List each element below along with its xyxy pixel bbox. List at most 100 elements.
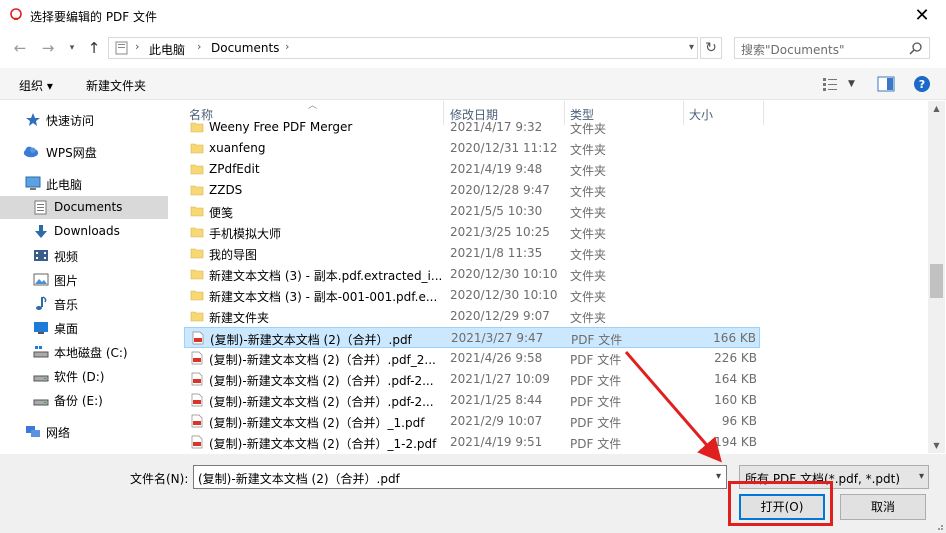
file-size: 160 KB — [714, 393, 757, 407]
nav-label: 音乐 — [54, 298, 79, 312]
documents-icon — [34, 200, 47, 215]
nav-item-wps-cloud[interactable]: WPS网盘 — [0, 140, 168, 163]
view-options-icon[interactable] — [822, 77, 838, 91]
nav-item-desktop[interactable]: 桌面 — [0, 316, 168, 339]
address-bar[interactable]: › 此电脑 › Documents › ▾ — [108, 37, 698, 59]
file-type: 文件夹 — [570, 143, 607, 157]
search-icon[interactable] — [909, 41, 923, 55]
nav-item-videos[interactable]: 视频 — [0, 244, 168, 267]
nav-item-pictures[interactable]: 图片 — [0, 268, 168, 291]
file-date: 2021/2/9 10:07 — [450, 414, 543, 428]
breadcrumb-documents[interactable]: Documents — [211, 41, 279, 55]
scroll-up-icon[interactable]: ▲ — [928, 104, 945, 113]
file-date: 2021/3/25 10:25 — [450, 225, 550, 239]
folder-icon — [190, 290, 204, 301]
window-title: 选择要编辑的 PDF 文件 — [30, 10, 158, 24]
cancel-button[interactable]: 取消 — [840, 494, 926, 520]
file-name: 我的导图 — [209, 248, 258, 262]
folder-row[interactable]: 便笺 2021/5/5 10:30 文件夹 — [184, 201, 760, 222]
download-icon — [35, 225, 47, 238]
forward-arrow-icon[interactable]: → — [38, 38, 58, 58]
organize-button[interactable]: 组织 ▾ — [19, 77, 53, 94]
breadcrumb-separator-icon: › — [285, 40, 290, 53]
nav-item-network[interactable]: 网络 — [0, 420, 168, 443]
star-icon — [26, 113, 40, 126]
file-type: PDF 文件 — [571, 333, 623, 347]
folder-row[interactable]: 新建文件夹 2020/12/29 9:07 文件夹 — [184, 306, 760, 327]
desktop-icon — [34, 322, 48, 334]
nav-item-drive-c[interactable]: 本地磁盘 (C:) — [0, 340, 168, 363]
nav-item-downloads[interactable]: Downloads — [0, 220, 168, 243]
sort-ascending-icon: ︿ — [308, 101, 318, 111]
file-type-dropdown-icon[interactable]: ▾ — [919, 471, 924, 482]
scrollbar-thumb[interactable] — [930, 264, 943, 298]
address-dropdown-icon[interactable]: ▾ — [689, 42, 694, 53]
nav-item-quick-access[interactable]: 快速访问 — [0, 108, 168, 131]
nav-item-music[interactable]: 音乐 — [0, 292, 168, 315]
folder-icon — [190, 248, 204, 259]
filename-dropdown-icon[interactable]: ▾ — [716, 471, 721, 482]
file-row[interactable]: (复制)-新建文本文档 (2)（合并）.pdf 2021/3/27 9:47 PDF… — [184, 327, 760, 348]
folder-row[interactable]: 我的导图 2021/1/8 11:35 文件夹 — [184, 243, 760, 264]
resize-grip-icon[interactable] — [934, 521, 944, 531]
navigation-pane: 快速访问 WPS网盘 此电脑 Documents Downloads 视频 图片… — [0, 101, 170, 453]
pdf-file-icon — [192, 331, 204, 345]
back-arrow-icon[interactable]: ← — [10, 38, 30, 58]
file-type: 文件夹 — [570, 248, 607, 262]
file-row[interactable]: (复制)-新建文本文档 (2)（合并）.pdf-2... 2021/1/25 8:… — [184, 390, 760, 411]
file-type: PDF 文件 — [570, 395, 622, 409]
file-name: 手机模拟大师 — [209, 227, 282, 241]
folder-row[interactable]: ZZDS 2020/12/28 9:47 文件夹 — [184, 180, 760, 201]
file-type: 文件夹 — [570, 185, 607, 199]
pdf-file-icon — [191, 372, 203, 386]
folder-row[interactable]: Weeny Free PDF Merger 2021/4/17 9:32 文件夹 — [184, 117, 760, 138]
file-name: xuanfeng — [209, 141, 266, 155]
nav-item-drive-e[interactable]: 备份 (E:) — [0, 388, 168, 411]
nav-label: 软件 (D:) — [54, 370, 105, 384]
folder-row[interactable]: 手机模拟大师 2021/3/25 10:25 文件夹 — [184, 222, 760, 243]
computer-icon — [115, 41, 128, 55]
nav-label: WPS网盘 — [46, 146, 97, 160]
file-date: 2021/1/27 10:09 — [450, 372, 550, 386]
file-name: (复制)-新建文本文档 (2)（合并）.pdf-2... — [209, 374, 434, 388]
file-type: 文件夹 — [570, 311, 607, 325]
close-button[interactable]: ✕ — [907, 4, 937, 28]
nav-item-this-pc[interactable]: 此电脑 — [0, 172, 168, 195]
nav-item-documents[interactable]: Documents — [0, 196, 168, 219]
file-name: 新建文件夹 — [209, 311, 270, 325]
file-row[interactable]: (复制)-新建文本文档 (2)（合并）_1-2.pdf 2021/4/19 9:5… — [184, 432, 760, 453]
breadcrumb-this-pc[interactable]: 此电脑 — [149, 41, 185, 58]
vertical-scrollbar[interactable]: ▲ ▼ — [928, 101, 945, 453]
file-type: PDF 文件 — [570, 353, 622, 367]
folder-icon — [190, 143, 204, 154]
file-row[interactable]: (复制)-新建文本文档 (2)（合并）_1.pdf 2021/2/9 10:07 P… — [184, 411, 760, 432]
file-date: 2021/4/26 9:58 — [450, 351, 543, 365]
folder-row[interactable]: ZPdfEdit 2021/4/19 9:48 文件夹 — [184, 159, 760, 180]
scroll-down-icon[interactable]: ▼ — [928, 441, 945, 450]
refresh-icon[interactable]: ↻ — [700, 37, 722, 59]
file-type: PDF 文件 — [570, 374, 622, 388]
recent-locations-chevron-icon[interactable]: ▾ — [62, 38, 82, 58]
music-icon — [36, 296, 47, 310]
file-type: 文件夹 — [570, 269, 607, 283]
new-folder-button[interactable]: 新建文件夹 — [86, 77, 146, 94]
file-date: 2021/3/27 9:47 — [451, 331, 544, 345]
folder-row[interactable]: xuanfeng 2020/12/31 11:12 文件夹 — [184, 138, 760, 159]
file-date: 2020/12/30 10:10 — [450, 267, 558, 281]
view-chevron-down-icon[interactable]: ▼ — [848, 79, 855, 89]
column-divider[interactable] — [763, 101, 764, 125]
file-row[interactable]: (复制)-新建文本文档 (2)（合并）.pdf_2... 2021/4/26 9:… — [184, 348, 760, 369]
folder-row[interactable]: 新建文本文档 (3) - 副本-001-001.pdf.e... 2020/12/… — [184, 285, 760, 306]
file-row[interactable]: (复制)-新建文本文档 (2)（合并）.pdf-2... 2021/1/27 10… — [184, 369, 760, 390]
preview-pane-icon[interactable] — [877, 76, 895, 92]
nav-item-drive-d[interactable]: 软件 (D:) — [0, 364, 168, 387]
nav-label: 网络 — [46, 426, 71, 440]
file-date: 2021/4/17 9:32 — [450, 120, 543, 134]
nav-label: 桌面 — [54, 322, 79, 336]
folder-row[interactable]: 新建文本文档 (3) - 副本.pdf.extracted_i... 2020/1… — [184, 264, 760, 285]
filename-input[interactable]: (复制)-新建文本文档 (2)（合并）.pdf ▾ — [193, 465, 727, 489]
up-arrow-icon[interactable]: ↑ — [84, 38, 104, 58]
search-input[interactable]: 搜索"Documents" — [734, 37, 930, 59]
file-date: 2021/5/5 10:30 — [450, 204, 543, 218]
help-icon[interactable]: ? — [913, 75, 931, 93]
